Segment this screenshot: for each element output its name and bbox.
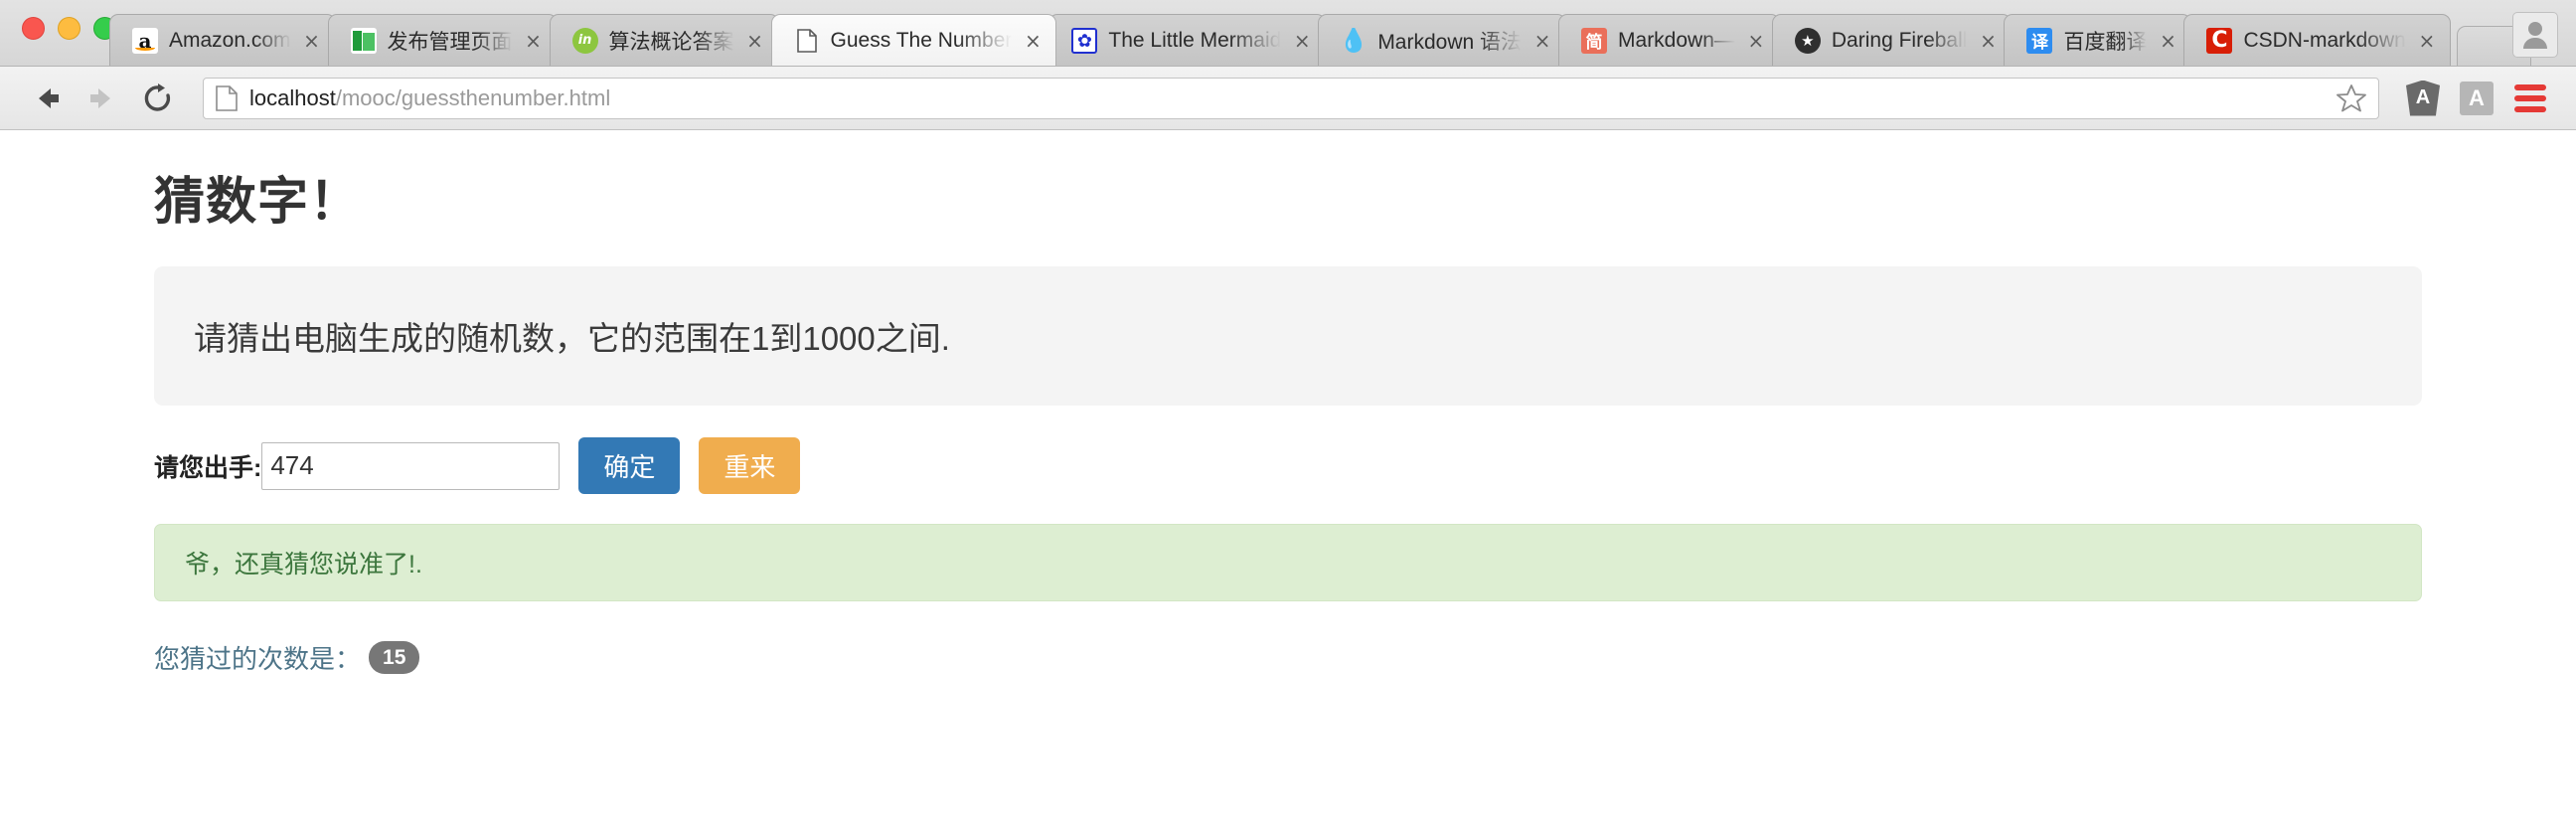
browser-tab[interactable]: 💧 Markdown 语法 ×	[1318, 14, 1567, 66]
submit-guess-button[interactable]: 确定	[578, 437, 681, 494]
jianshu-icon: 简	[1581, 27, 1608, 54]
water-drop-icon: 💧	[1341, 28, 1367, 54]
instruction-panel: 请猜出电脑生成的随机数，它的范围在1到1000之间.	[154, 266, 2422, 406]
address-bar[interactable]: localhost/mooc/guessthenumber.html	[203, 77, 2379, 119]
window-traffic-lights	[22, 17, 116, 40]
tab-title: Markdown—	[1618, 28, 1735, 52]
tab-title: Amazon.com	[169, 28, 291, 52]
font-extension-icon[interactable]: A	[2455, 77, 2498, 120]
tab-title: Guess The Number	[830, 28, 1013, 52]
paw-icon: ✿	[1071, 27, 1098, 54]
result-alert: 爷，还真猜您说准了!.	[154, 524, 2422, 601]
translate-icon: 译	[2026, 27, 2053, 54]
tab-strip: a Amazon.com × 发布管理页面 × in 算法概论答案 × Guess The Nu…	[109, 0, 2576, 66]
guess-input[interactable]	[261, 441, 561, 490]
browser-tab[interactable]: a Amazon.com ×	[109, 14, 336, 66]
browser-tab[interactable]: ✿ The Little Mermaid ×	[1048, 14, 1327, 66]
tab-title: CSDN-markdown	[2243, 28, 2406, 52]
browser-toolbar: localhost/mooc/guessthenumber.html A A	[0, 67, 2576, 130]
forward-arrow-icon	[80, 76, 125, 121]
url-host: localhost	[249, 84, 336, 110]
tab-title: Markdown 语法	[1377, 30, 1523, 54]
browser-tab[interactable]: 译百度翻译 ×	[2004, 14, 2192, 66]
angular-shield-icon: A	[2406, 80, 2440, 116]
guess-counter-badge: 15	[369, 640, 420, 675]
reload-icon[interactable]	[135, 76, 181, 121]
star-icon: ★	[1794, 27, 1821, 54]
reset-game-button[interactable]: 重来	[699, 437, 801, 494]
browser-window: a Amazon.com × 发布管理页面 × in 算法概论答案 × Guess The Nu…	[0, 0, 2576, 829]
csdn-icon: C	[2206, 27, 2233, 54]
amazon-icon: a	[132, 27, 158, 54]
minimize-window-button[interactable]	[58, 17, 80, 40]
tab-close-icon[interactable]: ×	[1977, 30, 1999, 52]
hamburger-menu-icon[interactable]	[2508, 77, 2552, 120]
browser-tab[interactable]: in 算法概论答案 ×	[549, 14, 779, 66]
page-document-icon	[216, 84, 238, 111]
tab-close-icon[interactable]: ×	[1745, 30, 1767, 52]
star-outline-icon[interactable]	[2325, 83, 2366, 112]
browser-tab[interactable]: 发布管理页面 ×	[327, 14, 558, 66]
tab-title: The Little Mermaid	[1108, 28, 1282, 52]
guess-counter: 您猜过的次数是： 15	[154, 639, 2422, 676]
browser-tab[interactable]: 简 Markdown— ×	[1558, 14, 1780, 66]
url-path: /mooc/guessthenumber.html	[335, 84, 611, 110]
browser-tab[interactable]: Guess The Number ×	[770, 14, 1057, 66]
book-icon	[350, 27, 377, 54]
tab-bar: a Amazon.com × 发布管理页面 × in 算法概论答案 × Guess The Nu…	[0, 0, 2576, 67]
browser-tab[interactable]: ★ Daring Fireball ×	[1771, 14, 2012, 66]
page-content: 猜数字！ 请猜出电脑生成的随机数，它的范围在1到1000之间. 请您出手: 确定…	[0, 130, 2576, 829]
tab-title: Daring Fireball	[1831, 28, 1968, 52]
browser-tab[interactable]: C CSDN-markdown ×	[2183, 14, 2451, 66]
tab-close-icon[interactable]: ×	[1022, 30, 1044, 52]
result-alert-message: 爷，还真猜您说准了!.	[185, 551, 422, 579]
page-title: 猜数字！	[154, 173, 362, 230]
guess-counter-label: 您猜过的次数是：	[154, 644, 362, 674]
guess-form: 请您出手: 确定 重来	[154, 437, 2422, 494]
guess-input-label: 请您出手:	[154, 453, 262, 482]
close-window-button[interactable]	[22, 17, 45, 40]
tab-close-icon[interactable]: ×	[301, 30, 323, 52]
tab-title: 百度翻译	[2063, 30, 2148, 54]
profile-button[interactable]	[2512, 12, 2558, 58]
angular-extension-icon[interactable]: A	[2401, 77, 2445, 120]
person-icon	[2523, 21, 2547, 49]
letter-a-icon: A	[2460, 81, 2494, 115]
tab-close-icon[interactable]: ×	[1531, 30, 1553, 52]
tab-close-icon[interactable]: ×	[744, 30, 766, 52]
tab-close-icon[interactable]: ×	[523, 30, 545, 52]
tab-close-icon[interactable]: ×	[2416, 30, 2438, 52]
tab-close-icon[interactable]: ×	[1291, 30, 1313, 52]
linkedin-icon: in	[571, 27, 598, 54]
back-arrow-icon[interactable]	[24, 76, 70, 121]
tab-title: 算法概论答案	[608, 30, 734, 54]
tab-title: 发布管理页面	[387, 30, 513, 54]
address-bar-url: localhost/mooc/guessthenumber.html	[249, 85, 2325, 111]
instruction-text: 请猜出电脑生成的随机数，它的范围在1到1000之间.	[194, 320, 950, 357]
tab-close-icon[interactable]: ×	[2157, 30, 2178, 52]
document-icon	[794, 28, 820, 54]
